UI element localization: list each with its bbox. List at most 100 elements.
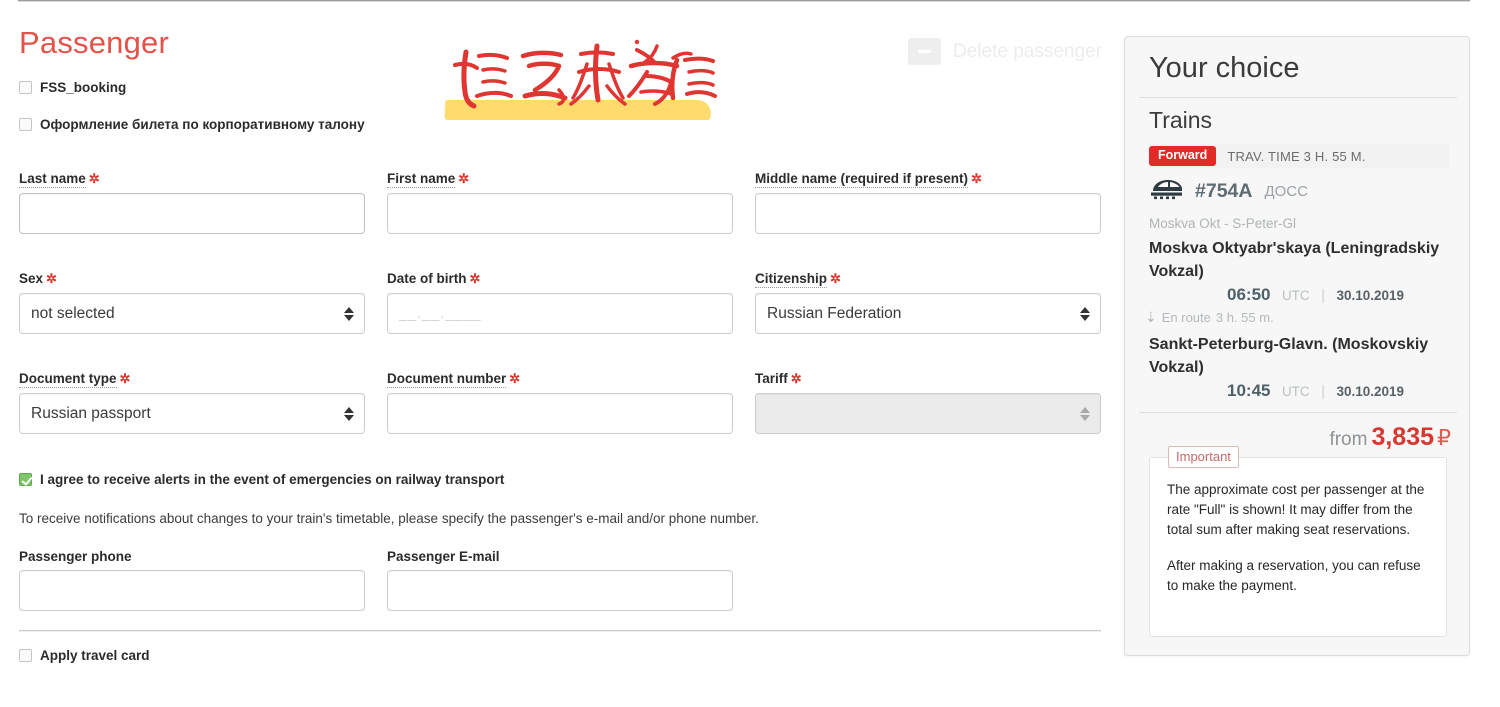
field-passenger-email: Passenger E-mail [387, 548, 733, 611]
arrival-timezone: UTC [1281, 384, 1310, 399]
field-label: Last name ✲ [19, 171, 100, 188]
minus-icon[interactable] [908, 38, 941, 65]
passenger-email-input[interactable] [387, 570, 733, 611]
important-badge: Important [1168, 446, 1239, 468]
panel-divider [1139, 97, 1457, 98]
field-label: Document type ✲ [19, 371, 131, 388]
date-of-birth-input[interactable] [387, 293, 733, 334]
checkbox-label: I agree to receive alerts in the event o… [40, 472, 505, 487]
field-first-name: First name ✲ [387, 170, 733, 234]
first-name-input[interactable] [387, 193, 733, 234]
arrow-down-icon: ⇣ [1145, 309, 1157, 325]
departure-date: 30.10.2019 [1336, 288, 1405, 303]
panel-divider-2 [1139, 412, 1457, 413]
required-asterisk-icon: ✲ [119, 371, 131, 386]
checkbox-box[interactable] [19, 81, 32, 94]
field-label: Passenger E-mail [387, 549, 500, 564]
important-paragraph-2: After making a reservation, you can refu… [1167, 558, 1421, 593]
arrival-time: 10:45 [1227, 381, 1271, 400]
price-amount: 3,835 [1371, 423, 1434, 451]
your-choice-panel: Your choice Trains Forward TRAV. TIME 3 … [1124, 36, 1470, 656]
time-date-separator: | [1321, 287, 1326, 304]
train-icon [1149, 177, 1183, 206]
field-label: Citizenship ✲ [755, 271, 841, 288]
passenger-phone-input[interactable] [19, 570, 365, 611]
section-divider [19, 630, 1101, 632]
required-asterisk-icon: ✲ [469, 271, 481, 286]
checkbox-box[interactable] [19, 649, 32, 662]
field-document-type: Document type ✲ Russian passport [19, 370, 365, 434]
train-row: #754A ДОСС [1149, 177, 1308, 206]
panel-section-trains: Trains [1149, 107, 1213, 133]
sex-select[interactable]: not selected [19, 293, 365, 334]
travel-time-label: TRAV. TIME 3 H. 55 M. [1227, 148, 1366, 164]
checkbox-box[interactable] [19, 473, 32, 486]
train-category: ДОСС [1264, 183, 1308, 200]
arrival-date: 30.10.2019 [1336, 384, 1405, 399]
checkbox-alerts-agree[interactable]: I agree to receive alerts in the event o… [19, 472, 504, 487]
important-paragraph-1: The approximate cost per passenger at th… [1167, 482, 1425, 537]
arrival-time-row: 10:45 UTC | 30.10.2019 [1149, 381, 1449, 401]
passenger-booking-page: Passenger Delete passenger FSS_booking О… [0, 0, 1500, 707]
passenger-form: Passenger Delete passenger FSS_booking О… [0, 0, 1110, 707]
field-label: Middle name (required if present) ✲ [755, 171, 982, 188]
required-asterisk-icon: ✲ [971, 171, 982, 186]
required-asterisk-icon: ✲ [509, 371, 521, 386]
field-label: First name ✲ [387, 171, 470, 188]
field-date-of-birth: Date of birth ✲ [387, 270, 733, 334]
middle-name-input[interactable] [755, 193, 1101, 234]
required-asterisk-icon: ✲ [458, 171, 470, 186]
document-type-select[interactable]: Russian passport [19, 393, 365, 434]
checkbox-box[interactable] [19, 118, 32, 131]
delete-passenger-label: Delete passenger [953, 40, 1102, 62]
document-number-input[interactable] [387, 393, 733, 434]
checkbox-corporate-coupon[interactable]: Оформление билета по корпоративному тало… [19, 117, 365, 132]
required-asterisk-icon: ✲ [88, 171, 100, 186]
checkbox-apply-travel-card[interactable]: Apply travel card [19, 648, 150, 663]
last-name-input[interactable] [19, 193, 365, 234]
field-label: Document number ✲ [387, 371, 521, 388]
field-last-name: Last name ✲ [19, 170, 365, 234]
departure-station: Moskva Oktyabr'skaya (Leningradskiy Vokz… [1149, 240, 1440, 280]
train-number: #754A [1195, 180, 1253, 202]
field-label: Tariff ✲ [755, 371, 802, 386]
required-asterisk-icon: ✲ [830, 271, 841, 286]
panel-title: Your choice [1149, 52, 1300, 84]
field-tariff: Tariff ✲ [755, 370, 1101, 434]
arrival-station: Sankt-Peterburg-Glavn. (Moskovskiy Vokza… [1149, 336, 1429, 376]
route-short: Moskva Okt - S-Peter-Gl [1149, 216, 1297, 231]
price-prefix: from [1329, 429, 1368, 450]
delete-passenger-control[interactable]: Delete passenger [908, 38, 1102, 65]
departure-timezone: UTC [1281, 288, 1310, 303]
checkbox-label: Apply travel card [40, 648, 150, 663]
field-passenger-phone: Passenger phone [19, 548, 365, 611]
field-label: Sex ✲ [19, 271, 57, 286]
citizenship-select[interactable]: Russian Federation [755, 293, 1101, 334]
checkbox-fss-booking[interactable]: FSS_booking [19, 80, 126, 95]
direction-badge: Forward [1149, 146, 1217, 166]
annotation-ink [453, 39, 717, 109]
important-notice: Important The approximate cost per passe… [1149, 446, 1447, 637]
price-row: from 3,835 ₽ [1329, 423, 1451, 452]
en-route-row: ⇣ En route 3 h. 55 m. [1145, 309, 1274, 326]
required-asterisk-icon: ✲ [46, 271, 57, 286]
direction-row: Forward TRAV. TIME 3 H. 55 M. [1149, 144, 1449, 168]
field-sex: Sex ✲ not selected [19, 270, 365, 334]
field-label: Date of birth ✲ [387, 271, 481, 286]
departure-time-row: 06:50 UTC | 30.10.2019 [1149, 285, 1449, 305]
field-citizenship: Citizenship ✲ Russian Federation [755, 270, 1101, 334]
departure-time: 06:50 [1227, 285, 1271, 304]
en-route-label: En route [1161, 310, 1211, 325]
checkbox-label: Оформление билета по корпоративному тало… [40, 117, 365, 132]
price-currency: ₽ [1437, 425, 1451, 450]
highlighter-stroke [444, 100, 712, 120]
field-document-number: Document number ✲ [387, 370, 733, 434]
time-date-separator: | [1321, 383, 1326, 400]
field-middle-name: Middle name (required if present) ✲ [755, 170, 1101, 234]
page-title: Passenger [19, 25, 170, 60]
notification-note: To receive notifications about changes t… [19, 511, 759, 526]
field-label: Passenger phone [19, 549, 132, 564]
checkbox-label: FSS_booking [40, 80, 127, 95]
tariff-select[interactable] [755, 393, 1101, 434]
required-asterisk-icon: ✲ [790, 371, 802, 386]
